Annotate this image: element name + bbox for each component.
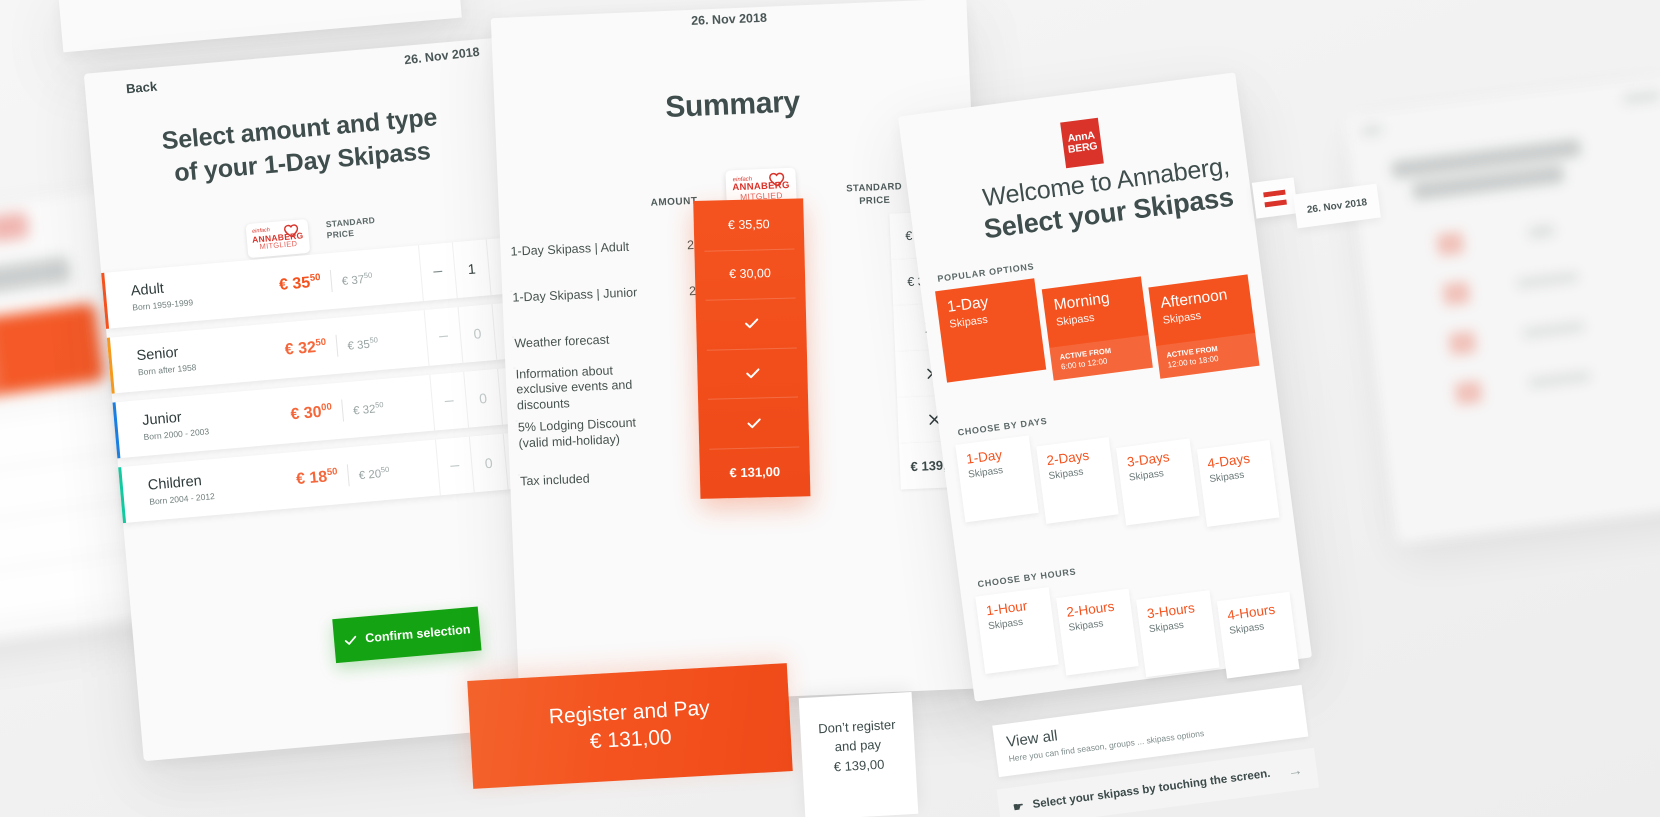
summary-row-member-value — [698, 397, 809, 449]
summary-panel: 26. Nov 2018 Summary AMOUNT einfach ANNA… — [490, 0, 996, 708]
ticket-type: Senior Born after 1958 — [108, 340, 240, 380]
ticket-type: Children Born 2004 - 2012 — [119, 469, 251, 509]
noregister-line2: and pay — [834, 736, 882, 755]
date-label-summary: 26. Nov 2018 — [690, 10, 768, 28]
annaberg-member-badge: einfach ANNABERG MITGLIED — [245, 218, 311, 259]
divider — [335, 334, 339, 357]
noregister-total: € 139,00 — [833, 756, 885, 774]
day-option-card[interactable]: 1-Day Skipass — [955, 435, 1039, 523]
quantity-value: 0 — [457, 304, 497, 363]
divider — [329, 270, 333, 293]
day-option-card[interactable]: 2-Days Skipass — [1035, 437, 1119, 525]
register-and-pay-button[interactable]: Register and Pay € 131,00 — [467, 663, 793, 789]
decrement-button[interactable]: – — [429, 371, 469, 431]
register-label: Register and Pay — [548, 696, 711, 729]
screenshot-stage: Select amount and type of your 1-Day Ski… — [0, 0, 1660, 817]
confirm-selection-button[interactable]: Confirm selection — [332, 606, 482, 664]
check-icon — [746, 418, 761, 428]
option-active-window: ACTIVE FROM 12:00 to 18:00 — [1156, 333, 1260, 380]
quantity-value: 0 — [468, 433, 508, 493]
annaberg-logo: AnnA BERG — [1060, 117, 1104, 169]
check-icon — [745, 368, 759, 379]
welcome-title: Welcome to Annaberg, Select your Skipass — [926, 152, 1235, 253]
member-price: € 3250 — [284, 337, 327, 359]
background-ghost-panel-right — [1345, 76, 1660, 544]
ticket-type-list: Adult Born 1959-1999 € 3550 € 3750 – 1 +… — [101, 236, 542, 524]
arrow-right-icon[interactable]: → — [1287, 761, 1304, 780]
heart-icon — [769, 172, 785, 187]
quantity-value: 1 — [451, 239, 491, 299]
summary-row-label: 1-Day Skipass | Junior — [502, 285, 663, 307]
select-amount-panel: Select amount and type of your 1-Day Ski… — [83, 37, 563, 762]
hour-option-card[interactable]: 2-Hours Skipass — [1055, 589, 1139, 676]
decrement-button[interactable]: – — [434, 436, 474, 496]
hour-option-card[interactable]: 4-Hours Skipass — [1216, 592, 1300, 679]
ghost-logo — [0, 211, 30, 243]
page-title: Select amount and type of your 1-Day Ski… — [111, 97, 491, 196]
hour-option-card[interactable]: 1-Hour Skipass — [975, 587, 1059, 675]
decrement-button[interactable]: – — [417, 242, 457, 302]
decrement-button[interactable]: – — [423, 307, 463, 366]
badge-line3: MITGLIED — [259, 239, 298, 252]
ghost-orange-tiles — [0, 302, 106, 422]
standard-price-label: STANDARD PRICE — [325, 215, 376, 241]
dont-register-and-pay-button[interactable]: Don’t register and pay € 139,00 — [798, 691, 919, 817]
confirm-selection-label: Confirm selection — [364, 622, 472, 646]
option-active-window: ACTIVE FROM 6:00 to 12:00 — [1049, 335, 1153, 381]
day-option-card[interactable]: 4-Days Skipass — [1196, 440, 1280, 528]
summary-row-member-value: € 35,50 — [727, 216, 770, 232]
member-price: € 3000 — [289, 401, 333, 424]
summary-row-member-value: € 30,00 — [694, 248, 805, 300]
column-header-standard-price: STANDARD PRICE — [846, 181, 903, 207]
popular-option-card[interactable]: Morning Skipass ACTIVE FROM 6:00 to 12:00 — [1041, 276, 1153, 381]
standard-price: € 2050 — [358, 464, 390, 482]
summary-row-member-value — [696, 297, 807, 349]
summary-row-member-value — [697, 347, 808, 399]
hand-touch-icon: ☛ — [1012, 799, 1025, 815]
day-option-card[interactable]: 3-Days Skipass — [1116, 438, 1200, 526]
divider — [346, 464, 350, 487]
check-icon — [744, 318, 758, 329]
standard-price: € 3250 — [352, 399, 384, 418]
ticket-type: Adult Born 1959-1999 — [102, 275, 234, 315]
left-panel-header-sheet — [58, 0, 462, 53]
noregister-line1: Don’t register — [817, 716, 896, 737]
popular-option-card[interactable]: 1-Day Skipass — [935, 278, 1047, 383]
touch-hint-label: Select your skipass by touching the scre… — [1031, 768, 1272, 812]
summary-row-label: 5% Lodging Discount (valid mid-holiday) — [508, 415, 669, 453]
ticket-type: Junior Born 2000 - 2003 — [114, 405, 246, 445]
summary-row-label: Tax included — [510, 468, 671, 490]
register-total: € 131,00 — [589, 725, 673, 753]
member-price-column: € 35,50 € 30,00 € 131,00 — [693, 198, 811, 499]
popular-option-card[interactable]: Afternoon Skipass ACTIVE FROM 12:00 to 18… — [1148, 274, 1260, 380]
logo-line2: BERG — [1067, 140, 1099, 156]
summary-row-member-value: € 131,00 — [699, 446, 810, 498]
member-price: € 3550 — [278, 272, 321, 295]
language-selector[interactable] — [1251, 177, 1299, 219]
standard-price: € 3550 — [346, 334, 379, 353]
ghost-title — [0, 256, 72, 312]
heart-icon — [284, 224, 299, 238]
summary-row-label: 1-Day Skipass | Adult — [510, 239, 630, 259]
austria-flag-icon — [1263, 189, 1287, 207]
quantity-value: 0 — [463, 368, 502, 428]
hour-option-card[interactable]: 3-Hours Skipass — [1136, 590, 1220, 678]
summary-row-label: Weather forecast — [504, 330, 665, 352]
summary-row-label: Information about exclusive events and d… — [505, 361, 667, 415]
back-button[interactable]: Back — [125, 79, 157, 97]
standard-price: € 3750 — [341, 270, 373, 288]
column-header-amount: AMOUNT — [650, 195, 698, 209]
check-icon — [344, 635, 357, 645]
divider — [341, 399, 345, 422]
member-price: € 1850 — [295, 466, 338, 489]
